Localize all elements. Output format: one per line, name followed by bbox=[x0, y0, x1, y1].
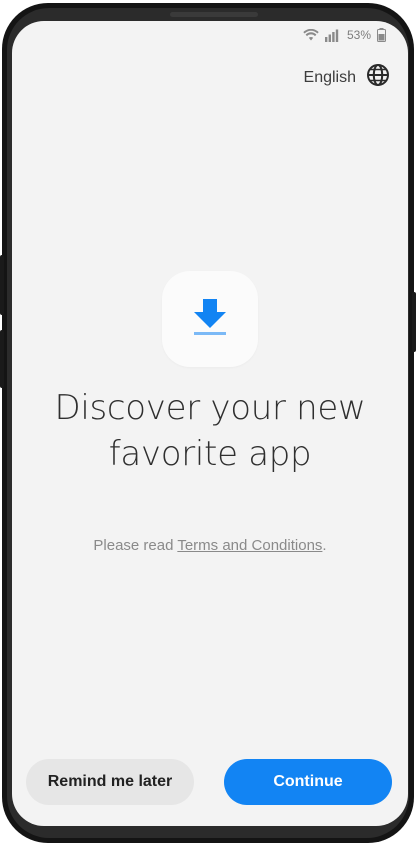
language-selector[interactable]: English bbox=[304, 63, 390, 92]
volume-up-button bbox=[0, 255, 4, 315]
volume-down-button bbox=[0, 330, 4, 388]
app-icon bbox=[162, 271, 258, 367]
wifi-icon bbox=[303, 29, 319, 41]
headline-line-1: Discover your new bbox=[54, 388, 366, 428]
signal-icon bbox=[324, 29, 341, 42]
remind-me-later-button[interactable]: Remind me later bbox=[26, 759, 194, 805]
terms-suffix: . bbox=[322, 537, 327, 554]
language-label: English bbox=[303, 68, 356, 86]
phone-frame: 53% English Discover your new favorite a… bbox=[2, 3, 414, 843]
battery-icon bbox=[377, 28, 386, 42]
power-button bbox=[412, 292, 416, 352]
terms-link[interactable]: Terms and Conditions bbox=[177, 537, 322, 554]
headline: Discover your new favorite app bbox=[12, 385, 408, 477]
globe-icon bbox=[366, 63, 390, 92]
screen: 53% English Discover your new favorite a… bbox=[12, 21, 408, 826]
download-icon bbox=[192, 297, 228, 342]
battery-percent: 53% bbox=[346, 28, 371, 42]
terms-notice: Please read Terms and Conditions. bbox=[12, 537, 408, 554]
speaker-grille bbox=[170, 12, 258, 17]
terms-prefix: Please read bbox=[93, 537, 178, 554]
headline-line-2: favorite app bbox=[108, 434, 312, 474]
continue-button[interactable]: Continue bbox=[224, 759, 392, 805]
status-bar: 53% bbox=[303, 26, 386, 44]
